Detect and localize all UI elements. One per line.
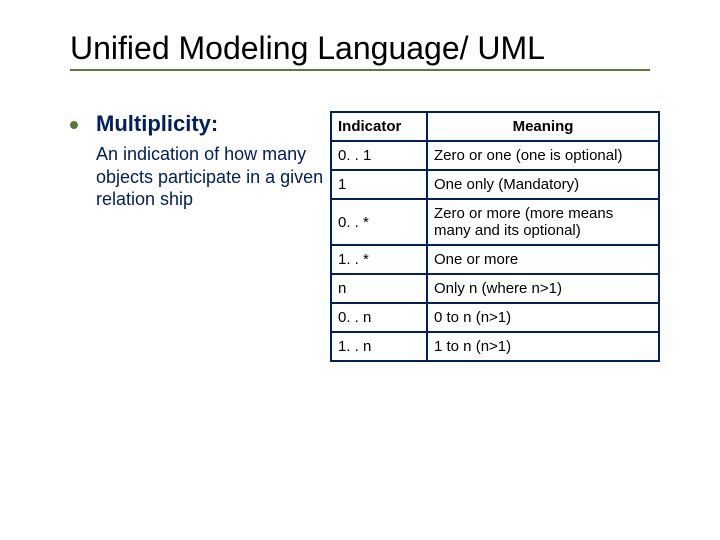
bullet-icon <box>70 121 78 129</box>
cell-indicator: n <box>331 274 427 303</box>
subsection-title: Multiplicity: <box>96 111 330 137</box>
cell-meaning: 1 to n (n>1) <box>427 332 659 361</box>
cell-indicator: 1. . * <box>331 245 427 274</box>
cell-meaning: Only n (where n>1) <box>427 274 659 303</box>
left-text: Multiplicity: An indication of how many … <box>96 111 330 211</box>
table-row: 0. . 1 Zero or one (one is optional) <box>331 141 659 170</box>
cell-meaning: One only (Mandatory) <box>427 170 659 199</box>
cell-meaning: One or more <box>427 245 659 274</box>
table-header-row: Indicator Meaning <box>331 112 659 141</box>
table-row: 0. . * Zero or more (more means many and… <box>331 199 659 245</box>
header-meaning: Meaning <box>427 112 659 141</box>
cell-meaning: Zero or more (more means many and its op… <box>427 199 659 245</box>
page-title: Unified Modeling Language/ UML <box>40 30 680 67</box>
cell-meaning: Zero or one (one is optional) <box>427 141 659 170</box>
right-panel: Indicator Meaning 0. . 1 Zero or one (on… <box>330 111 680 362</box>
table-row: 1. . n 1 to n (n>1) <box>331 332 659 361</box>
cell-indicator: 1 <box>331 170 427 199</box>
content-area: Multiplicity: An indication of how many … <box>40 111 680 362</box>
cell-indicator: 1. . n <box>331 332 427 361</box>
cell-indicator: 0. . n <box>331 303 427 332</box>
table-row: 1 One only (Mandatory) <box>331 170 659 199</box>
cell-meaning: 0 to n (n>1) <box>427 303 659 332</box>
left-panel: Multiplicity: An indication of how many … <box>70 111 330 362</box>
multiplicity-table: Indicator Meaning 0. . 1 Zero or one (on… <box>330 111 660 362</box>
cell-indicator: 0. . 1 <box>331 141 427 170</box>
cell-indicator: 0. . * <box>331 199 427 245</box>
subsection-description: An indication of how many objects partic… <box>96 143 330 211</box>
table-row: 1. . * One or more <box>331 245 659 274</box>
table-row: 0. . n 0 to n (n>1) <box>331 303 659 332</box>
table-row: n Only n (where n>1) <box>331 274 659 303</box>
slide: Unified Modeling Language/ UML Multiplic… <box>0 0 720 540</box>
header-indicator: Indicator <box>331 112 427 141</box>
title-underline <box>70 69 650 71</box>
